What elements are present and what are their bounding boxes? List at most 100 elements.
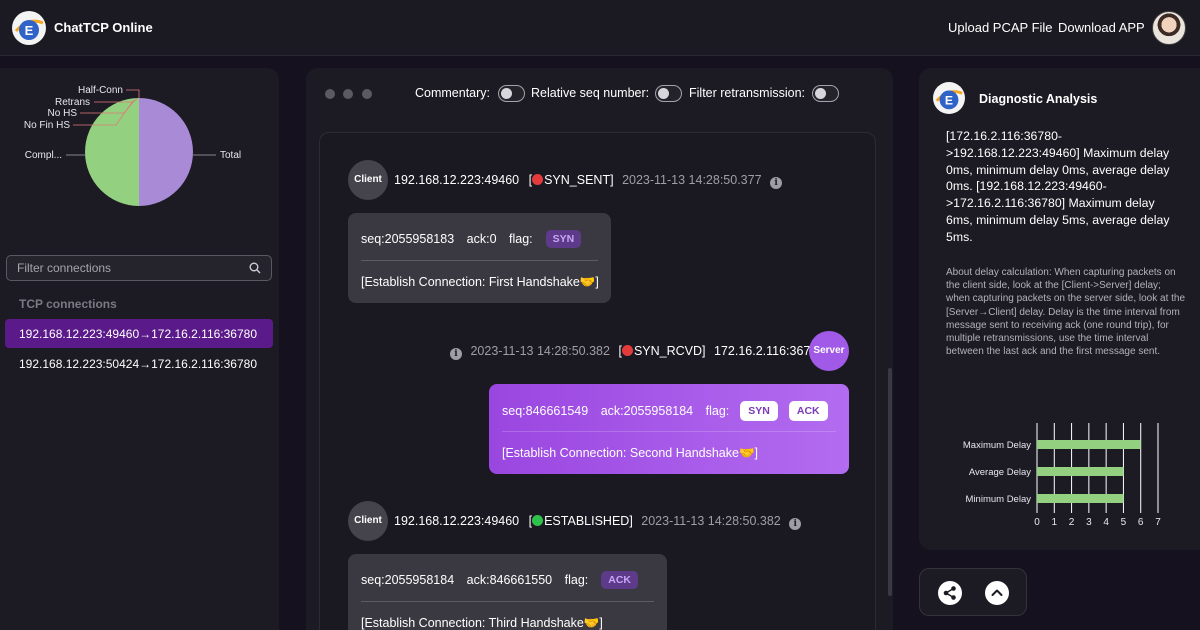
- commentary-label: Commentary:: [415, 86, 491, 100]
- relative-seq-toggle[interactable]: [655, 85, 682, 102]
- tcp-connections-heading: TCP connections: [19, 297, 117, 311]
- search-icon[interactable]: [249, 262, 261, 274]
- connection-item[interactable]: 192.168.12.223:50424→172.16.2.116:36780: [5, 349, 273, 378]
- message-description: [Establish Connection: First Handshake🤝]: [361, 275, 599, 289]
- message-address: 172.16.2.116:36780: [713, 344, 825, 358]
- share-button[interactable]: [938, 581, 962, 605]
- connection-item-selected[interactable]: 192.168.12.223:49460→172.16.2.116:36780: [5, 319, 273, 348]
- ack-value: ack:2055958184: [600, 404, 694, 418]
- delay-bar: [1037, 440, 1141, 449]
- window-dot: [362, 89, 372, 99]
- window-dot: [343, 89, 353, 99]
- category-label: Maximum Delay: [963, 440, 1031, 451]
- pie-label-no-fin-hs: No Fin HS: [24, 120, 70, 131]
- message-bubble: seq:846661549 ack:2055958184 flag: SYN ACK…: [489, 384, 849, 474]
- x-tick-label: 7: [1155, 517, 1161, 528]
- seq-value: seq:846661549: [502, 404, 589, 418]
- syn-flag-badge: SYN: [545, 230, 582, 248]
- ack-value: ack:846661550: [466, 573, 553, 587]
- connection-pie-chart: Half-Conn Retrans No HS No Fin HS Compl.…: [24, 85, 241, 206]
- commentary-toggle[interactable]: [498, 85, 525, 102]
- filter-retransmission-toggle[interactable]: [812, 85, 839, 102]
- x-tick-label: 6: [1138, 517, 1144, 528]
- conversation-panel: Commentary: Relative seq number: Filter …: [306, 68, 893, 630]
- message-state: ESTABLISHED: [544, 514, 630, 528]
- state-red-dot-icon: [621, 345, 633, 356]
- chevron-up-icon: [991, 589, 1003, 596]
- message-address: 192.168.12.223:49460: [394, 173, 520, 187]
- connections-panel: Half-Conn Retrans No HS No Fin HS Compl.…: [0, 68, 279, 630]
- x-tick-label: 1: [1052, 517, 1058, 528]
- state-green-dot-icon: [532, 515, 544, 526]
- ack-flag-badge: ACK: [788, 401, 828, 421]
- download-app-link[interactable]: Download APP: [1058, 20, 1145, 35]
- message-description: [Establish Connection: Third Handshake🤝]: [361, 616, 603, 630]
- x-tick-label: 5: [1121, 517, 1127, 528]
- app-title: ChatTCP Online: [54, 20, 153, 35]
- flag-label: flag:: [509, 232, 533, 246]
- message-list[interactable]: Client 192.168.12.223:49460 [SYN_SENT] 2…: [319, 132, 876, 630]
- x-tick-label: 3: [1086, 517, 1092, 528]
- delay-bar: [1037, 494, 1124, 503]
- svg-text:E: E: [25, 23, 34, 38]
- filter-connections-input[interactable]: [7, 256, 243, 280]
- message-bubble: seq:2055958184 ack:846661550 flag: ACK [E…: [348, 554, 667, 630]
- scroll-top-button[interactable]: [985, 581, 1009, 605]
- ack-flag-badge: ACK: [601, 571, 639, 589]
- x-tick-label: 0: [1034, 517, 1040, 528]
- category-label: Average Delay: [969, 467, 1031, 478]
- seq-value: seq:2055958183: [361, 232, 455, 246]
- state-red-dot-icon: [532, 174, 544, 185]
- upload-pcap-link[interactable]: Upload PCAP File: [948, 20, 1053, 35]
- svg-text:E: E: [945, 94, 953, 108]
- diagnostic-summary: [172.16.2.116:36780->192.168.12.223:4946…: [946, 129, 1170, 244]
- ack-value: ack:0: [466, 232, 497, 246]
- seq-value: seq:2055958184: [361, 573, 455, 587]
- window-dot: [325, 89, 335, 99]
- top-bar: E ChatTCP Online Upload PCAP File Downlo…: [0, 0, 1200, 56]
- filter-connections: [6, 255, 272, 281]
- flag-label: flag:: [564, 573, 589, 587]
- message-state: SYN_SENT: [544, 173, 611, 187]
- diagnostic-logo-icon: E: [933, 82, 965, 114]
- diagnostic-panel: E Diagnostic Analysis [172.16.2.116:3678…: [919, 68, 1200, 550]
- syn-flag-badge: SYN: [740, 401, 778, 421]
- divider: [502, 431, 836, 432]
- filter-retransmission-label: Filter retransmission:: [689, 86, 805, 100]
- pie-slice-total: [139, 98, 193, 206]
- client-avatar: Client: [348, 160, 388, 200]
- client-avatar: Client: [348, 501, 388, 541]
- pie-slice-completed: [85, 98, 139, 206]
- message-header: 192.168.12.223:49460 [SYN_SENT] 2023-11-…: [394, 173, 783, 189]
- info-icon[interactable]: i: [789, 518, 802, 530]
- divider: [361, 601, 654, 602]
- message-address: 192.168.12.223:49460: [394, 514, 520, 528]
- pie-label-retrans: Retrans: [55, 97, 90, 108]
- delay-bar: [1037, 467, 1124, 476]
- message-bubble: seq:2055958183 ack:0 flag: SYN [Establish…: [348, 213, 611, 303]
- message-header: i 2023-11-13 14:28:50.382 [SYN_RCVD] 172…: [450, 344, 824, 360]
- pie-label-total: Total: [220, 150, 241, 161]
- x-tick-label: 4: [1103, 517, 1109, 528]
- action-buttons: [919, 568, 1027, 616]
- relative-seq-label: Relative seq number:: [531, 86, 650, 100]
- message-header: 192.168.12.223:49460 [ESTABLISHED] 2023-…: [394, 514, 802, 530]
- message-state: SYN_RCVD: [633, 344, 703, 358]
- category-label: Minimum Delay: [966, 494, 1032, 505]
- scrollbar[interactable]: [888, 368, 892, 596]
- app-logo[interactable]: E: [12, 11, 46, 45]
- divider: [361, 260, 598, 261]
- message-timestamp: 2023-11-13 14:28:50.377: [622, 173, 762, 187]
- message-timestamp: 2023-11-13 14:28:50.382: [641, 514, 781, 528]
- pie-label-no-hs: No HS: [48, 108, 78, 119]
- info-icon[interactable]: i: [770, 177, 783, 189]
- delay-bar-chart: 0 1 2 3 4 5 6 7 Maximum Delay Average Delay Minimu…: [963, 423, 1161, 528]
- message-timestamp: 2023-11-13 14:28:50.382: [470, 344, 610, 358]
- pie-label-half-conn: Half-Conn: [78, 85, 123, 96]
- user-avatar[interactable]: [1152, 11, 1186, 45]
- message-description: [Establish Connection: Second Handshake🤝…: [502, 446, 758, 460]
- diagnostic-title: Diagnostic Analysis: [979, 92, 1098, 106]
- info-icon[interactable]: i: [450, 348, 462, 360]
- flag-label: flag:: [705, 404, 730, 418]
- x-tick-label: 2: [1069, 517, 1075, 528]
